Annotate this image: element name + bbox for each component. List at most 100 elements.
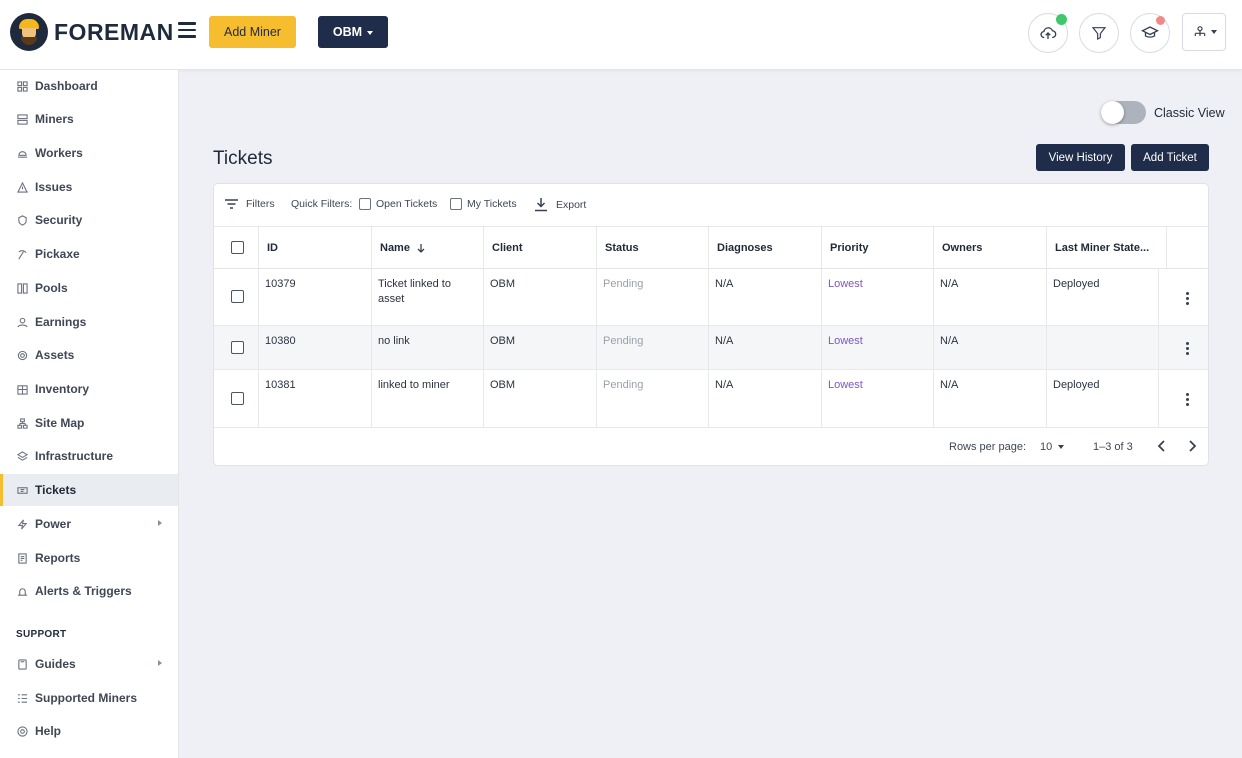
inventory-icon xyxy=(17,384,28,395)
sitemap-icon xyxy=(17,417,28,429)
row-checkbox[interactable] xyxy=(231,290,244,303)
add-ticket-button[interactable]: Add Ticket xyxy=(1131,144,1209,171)
add-miner-button[interactable]: Add Miner xyxy=(209,16,296,48)
row-actions-icon[interactable] xyxy=(1186,342,1189,357)
sidebar-item-label: Miners xyxy=(35,112,74,126)
user-network-icon xyxy=(1194,26,1205,36)
academy-button[interactable] xyxy=(1130,13,1170,53)
column-owners[interactable]: Owners xyxy=(934,227,1047,268)
row-actions-icon[interactable] xyxy=(1186,292,1189,307)
my-tickets-checkbox[interactable] xyxy=(450,198,462,210)
sidebar-item-security[interactable]: Security xyxy=(0,204,178,236)
online-status-dot xyxy=(1056,14,1067,25)
sidebar-item-label: Pickaxe xyxy=(35,247,80,261)
caret-down-icon xyxy=(1210,30,1217,34)
user-menu-button[interactable] xyxy=(1182,13,1226,51)
cell-name: no link xyxy=(372,326,484,369)
cell-status: Pending xyxy=(597,269,709,325)
miner-mascot-icon xyxy=(10,13,48,51)
sidebar-item-workers[interactable]: Workers xyxy=(0,137,178,169)
open-tickets-checkbox[interactable] xyxy=(359,198,371,210)
table-toolbar: Filters Quick Filters: Open Tickets My T… xyxy=(214,184,1208,227)
sidebar-item-inventory[interactable]: Inventory xyxy=(0,373,178,405)
grid-icon xyxy=(17,80,28,92)
bolt-icon xyxy=(17,519,28,530)
sidebar-item-alerts-triggers[interactable]: Alerts & Triggers xyxy=(0,575,178,607)
foreman-logo[interactable]: FOREMAN xyxy=(10,13,174,51)
sidebar-item-supported-miners[interactable]: Supported Miners xyxy=(0,682,178,714)
sidebar-item-label: Guides xyxy=(35,657,76,671)
sidebar-item-tickets[interactable]: Tickets xyxy=(0,474,178,506)
column-name[interactable]: Name xyxy=(372,227,484,268)
cell-id: 10379 xyxy=(259,269,372,325)
filter-button[interactable] xyxy=(1079,13,1119,53)
hamburger-menu-icon[interactable] xyxy=(178,22,196,38)
table-row[interactable]: 10379 Ticket linked to asset OBM Pending… xyxy=(214,269,1208,326)
cell-name: linked to miner xyxy=(372,370,484,427)
row-checkbox[interactable] xyxy=(231,392,244,405)
cloud-upload-button[interactable] xyxy=(1028,13,1068,53)
open-tickets-label: Open Tickets xyxy=(376,198,438,210)
sidebar-item-pickaxe[interactable]: Pickaxe xyxy=(0,238,178,270)
server-icon xyxy=(17,113,28,125)
table-row[interactable]: 10380 no link OBM Pending N/A Lowest N/A xyxy=(214,326,1208,370)
layers-icon xyxy=(17,450,28,462)
sidebar-item-reports[interactable]: Reports xyxy=(0,542,178,574)
table-row[interactable]: 10381 linked to miner OBM Pending N/A Lo… xyxy=(214,370,1208,428)
column-priority[interactable]: Priority xyxy=(822,227,934,268)
filters-button[interactable]: Filters xyxy=(224,198,275,210)
previous-page-icon[interactable] xyxy=(1157,440,1167,455)
export-button[interactable]: Export xyxy=(534,197,586,212)
sidebar-item-label: Inventory xyxy=(35,382,90,396)
sidebar-item-issues[interactable]: Issues xyxy=(0,171,178,203)
row-actions-icon[interactable] xyxy=(1186,393,1189,408)
sidebar-item-label: Earnings xyxy=(35,315,87,329)
sidebar-item-help[interactable]: Help xyxy=(0,715,178,747)
sidebar-item-guides[interactable]: Guides xyxy=(0,648,178,680)
assets-icon xyxy=(17,350,28,361)
view-history-button[interactable]: View History xyxy=(1036,144,1125,171)
support-section-label: SUPPORT xyxy=(16,629,67,640)
sidebar-item-label: Site Map xyxy=(35,416,85,430)
next-page-icon[interactable] xyxy=(1187,440,1197,455)
sidebar-item-infrastructure[interactable]: Infrastructure xyxy=(0,440,178,472)
cell-id: 10380 xyxy=(259,326,372,369)
org-label: OBM xyxy=(332,25,363,39)
pagination-range: 1–3 of 3 xyxy=(1093,441,1133,453)
column-id[interactable]: ID xyxy=(259,227,372,268)
select-all-checkbox[interactable] xyxy=(231,241,244,254)
sidebar-item-site-map[interactable]: Site Map xyxy=(0,407,178,439)
cell-client: OBM xyxy=(484,269,597,325)
cell-name: Ticket linked to asset xyxy=(372,269,484,325)
cell-status: Pending xyxy=(597,326,709,369)
sidebar-item-earnings[interactable]: Earnings xyxy=(0,306,178,338)
rows-per-page-select[interactable]: 10 xyxy=(1040,441,1065,453)
column-diagnoses[interactable]: Diagnoses xyxy=(709,227,822,268)
caret-down-icon xyxy=(367,30,374,35)
quick-filters-label: Quick Filters: xyxy=(291,198,353,210)
open-tickets-filter[interactable]: Open Tickets xyxy=(359,198,437,210)
sidebar-item-label: Alerts & Triggers xyxy=(35,584,132,598)
sidebar-item-pools[interactable]: Pools xyxy=(0,272,178,304)
cell-last-miner-state xyxy=(1047,326,1159,369)
cell-id: 10381 xyxy=(259,370,372,427)
rows-per-page-label: Rows per page: xyxy=(949,441,1027,453)
classic-view-toggle[interactable] xyxy=(1101,101,1146,124)
sidebar-item-miners[interactable]: Miners xyxy=(0,103,178,135)
workers-icon xyxy=(17,148,28,159)
org-select-button[interactable]: OBM xyxy=(318,16,388,48)
help-icon xyxy=(17,725,28,737)
bell-icon xyxy=(17,586,28,597)
sidebar-item-power[interactable]: Power xyxy=(0,508,178,540)
table-header: ID Name Client Status Diagnoses Priority… xyxy=(214,227,1208,269)
my-tickets-filter[interactable]: My Tickets xyxy=(450,198,517,210)
column-client[interactable]: Client xyxy=(484,227,597,268)
caret-down-icon xyxy=(1058,445,1065,449)
sidebar-item-assets[interactable]: Assets xyxy=(0,339,178,371)
column-status[interactable]: Status xyxy=(597,227,709,268)
column-last-miner-state[interactable]: Last Miner State... xyxy=(1047,227,1167,268)
sidebar-item-dashboard[interactable]: Dashboard xyxy=(0,70,178,102)
funnel-icon xyxy=(1091,27,1107,40)
row-checkbox[interactable] xyxy=(231,341,244,354)
sidebar-item-label: Dashboard xyxy=(35,79,98,93)
